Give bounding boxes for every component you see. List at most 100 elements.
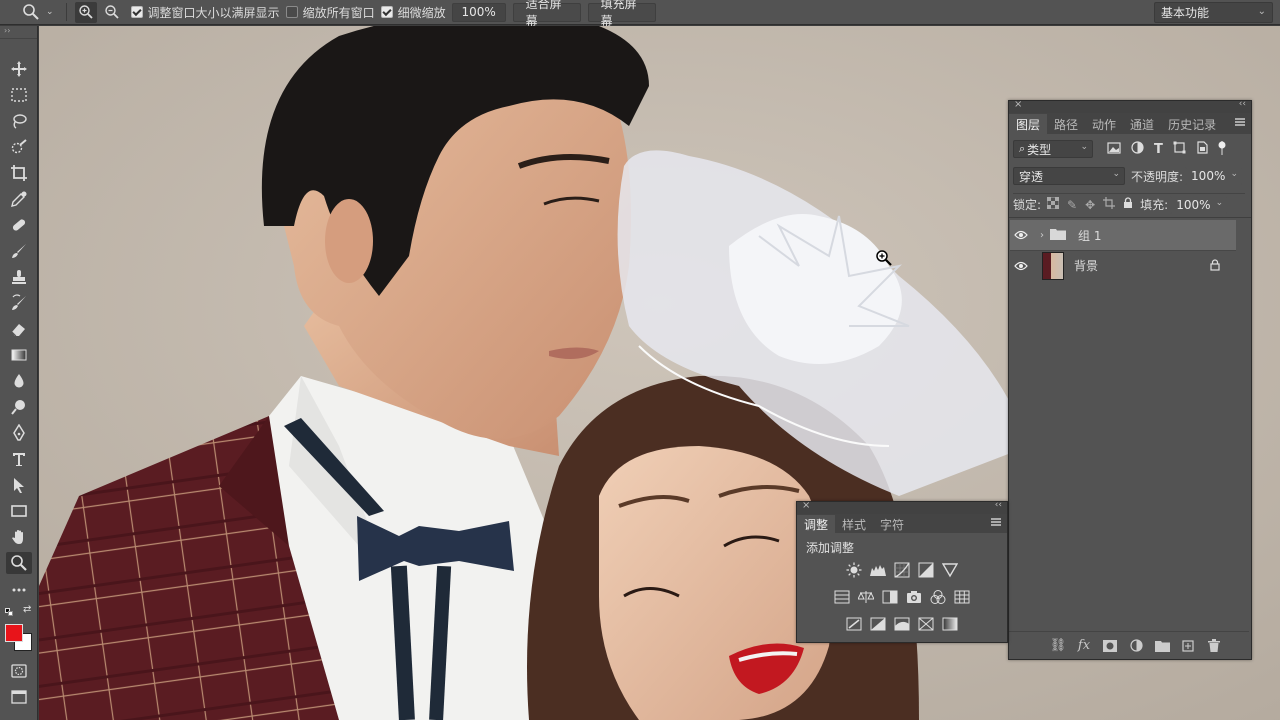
marquee-tool-icon[interactable]	[6, 84, 32, 106]
screen-mode-icon[interactable]	[6, 686, 32, 708]
move-tool-icon[interactable]	[6, 58, 32, 80]
adjustments-row-1	[797, 558, 1007, 582]
fill-field[interactable]: 100% ⌄	[1170, 195, 1229, 214]
channel-mixer-icon[interactable]	[926, 585, 950, 609]
path-selection-tool-icon[interactable]	[6, 474, 32, 496]
invert-icon[interactable]	[842, 612, 866, 636]
resize-windows-checkbox[interactable]	[130, 6, 143, 18]
healing-brush-tool-icon[interactable]	[6, 214, 32, 236]
close-icon[interactable]: ×	[802, 500, 810, 511]
new-group-icon[interactable]	[1153, 637, 1171, 655]
filter-pixel-icon[interactable]	[1107, 141, 1121, 157]
lock-image-icon[interactable]: ✎	[1067, 198, 1077, 212]
zoom-all-checkbox[interactable]	[285, 6, 298, 18]
rectangle-tool-icon[interactable]	[6, 500, 32, 522]
tab-paths[interactable]: 路径	[1047, 114, 1085, 134]
layer-filter-label: 类型	[1027, 142, 1052, 157]
exposure-icon[interactable]	[914, 558, 938, 582]
levels-icon[interactable]	[866, 558, 890, 582]
zoom-in-icon[interactable]	[74, 1, 97, 23]
eyedropper-tool-icon[interactable]	[6, 188, 32, 210]
zoom-out-icon[interactable]	[101, 2, 123, 23]
layer-style-fx-icon[interactable]: fx	[1075, 637, 1093, 655]
new-layer-icon[interactable]	[1179, 637, 1197, 655]
color-balance-icon[interactable]	[854, 585, 878, 609]
photo-filter-icon[interactable]	[902, 585, 926, 609]
filter-type-icon[interactable]: T	[1154, 142, 1163, 157]
close-icon[interactable]: ×	[1014, 99, 1022, 110]
more-tools-icon[interactable]	[6, 579, 32, 601]
tab-character[interactable]: 字符	[873, 515, 911, 533]
tab-layers[interactable]: 图层	[1009, 114, 1048, 134]
tab-history[interactable]: 历史记录	[1161, 114, 1223, 134]
lock-icon[interactable]	[1210, 259, 1220, 274]
workspace-select[interactable]: 基本功能 ⌄	[1154, 2, 1273, 23]
disclosure-chevron-icon[interactable]: ›	[1040, 230, 1044, 241]
crop-tool-icon[interactable]	[6, 162, 32, 184]
scrubby-zoom-checkbox[interactable]	[380, 6, 393, 18]
vibrance-icon[interactable]	[938, 558, 962, 582]
opacity-field[interactable]: 100% ⌄	[1185, 167, 1244, 185]
panel-menu-icon[interactable]	[1235, 118, 1245, 126]
pen-tool-icon[interactable]	[6, 422, 32, 444]
quick-selection-tool-icon[interactable]	[6, 136, 32, 158]
eye-icon[interactable]	[1010, 261, 1032, 271]
layer-thumbnail	[1042, 251, 1064, 280]
lock-position-icon[interactable]: ✥	[1085, 198, 1095, 212]
lock-all-icon[interactable]	[1123, 197, 1133, 212]
eye-icon[interactable]	[1010, 230, 1032, 240]
foreground-color-swatch[interactable]	[5, 624, 23, 642]
filter-adjustment-icon[interactable]	[1131, 141, 1144, 157]
filter-toggle-icon[interactable]	[1218, 140, 1226, 159]
blur-tool-icon[interactable]	[6, 370, 32, 392]
tab-adjustments[interactable]: 调整	[797, 515, 836, 533]
layer-row-group1[interactable]: › 组 1	[1010, 220, 1236, 250]
clone-stamp-tool-icon[interactable]	[6, 266, 32, 288]
quick-mask-icon[interactable]	[6, 660, 32, 682]
resize-windows-label: 调整窗口大小以满屏显示	[147, 5, 280, 20]
blend-mode-select[interactable]: 穿透 ⌄	[1013, 167, 1125, 185]
tab-channels[interactable]: 通道	[1123, 114, 1161, 134]
brightness-contrast-icon[interactable]	[842, 558, 866, 582]
threshold-icon[interactable]	[890, 612, 914, 636]
zoom-tool-button-icon[interactable]	[6, 552, 32, 574]
filter-shape-icon[interactable]	[1173, 141, 1186, 157]
gradient-map-icon[interactable]	[938, 612, 962, 636]
history-brush-tool-icon[interactable]	[6, 292, 32, 314]
dodge-tool-icon[interactable]	[6, 396, 32, 418]
add-mask-icon[interactable]	[1101, 637, 1119, 655]
link-layers-icon[interactable]: ⛓	[1049, 637, 1067, 655]
curves-icon[interactable]	[890, 558, 914, 582]
black-white-icon[interactable]	[878, 585, 902, 609]
filter-smart-object-icon[interactable]	[1196, 141, 1208, 157]
zoom-value-field[interactable]: 100%	[451, 2, 506, 22]
selective-color-icon[interactable]	[914, 612, 938, 636]
hue-saturation-icon[interactable]	[830, 585, 854, 609]
fit-screen-button[interactable]: 适合屏幕	[512, 0, 581, 28]
lasso-tool-icon[interactable]	[6, 110, 32, 132]
toolbar-expand[interactable]: ››	[0, 26, 37, 39]
delete-layer-icon[interactable]	[1205, 637, 1223, 655]
tool-preset-chevron-icon[interactable]: ⌄	[46, 7, 54, 17]
tab-actions[interactable]: 动作	[1085, 114, 1123, 134]
swap-colors-icon[interactable]: ⇄	[23, 604, 31, 615]
layer-filter-select[interactable]: ⌕ 类型 ⌄	[1013, 140, 1093, 158]
color-lookup-icon[interactable]	[950, 585, 974, 609]
collapse-icon[interactable]: ‹‹	[995, 500, 1002, 510]
brush-tool-icon[interactable]	[6, 240, 32, 262]
hand-tool-icon[interactable]	[6, 526, 32, 548]
lock-transparent-icon[interactable]	[1046, 196, 1060, 212]
layer-row-background[interactable]: 背景	[1010, 250, 1236, 280]
type-tool-icon[interactable]	[6, 448, 32, 470]
gradient-tool-icon[interactable]	[6, 344, 32, 366]
lock-artboard-icon[interactable]	[1103, 197, 1116, 212]
eraser-tool-icon[interactable]	[6, 318, 32, 340]
panel-menu-icon[interactable]	[991, 518, 1001, 526]
new-adjustment-layer-icon[interactable]	[1127, 637, 1145, 655]
tab-styles[interactable]: 样式	[835, 515, 873, 533]
zoom-tool-icon[interactable]	[22, 3, 40, 21]
collapse-icon[interactable]: ‹‹	[1239, 99, 1246, 109]
fill-screen-button[interactable]: 填充屏幕	[587, 0, 656, 28]
posterize-icon[interactable]	[866, 612, 890, 636]
default-colors-icon[interactable]	[5, 608, 13, 616]
